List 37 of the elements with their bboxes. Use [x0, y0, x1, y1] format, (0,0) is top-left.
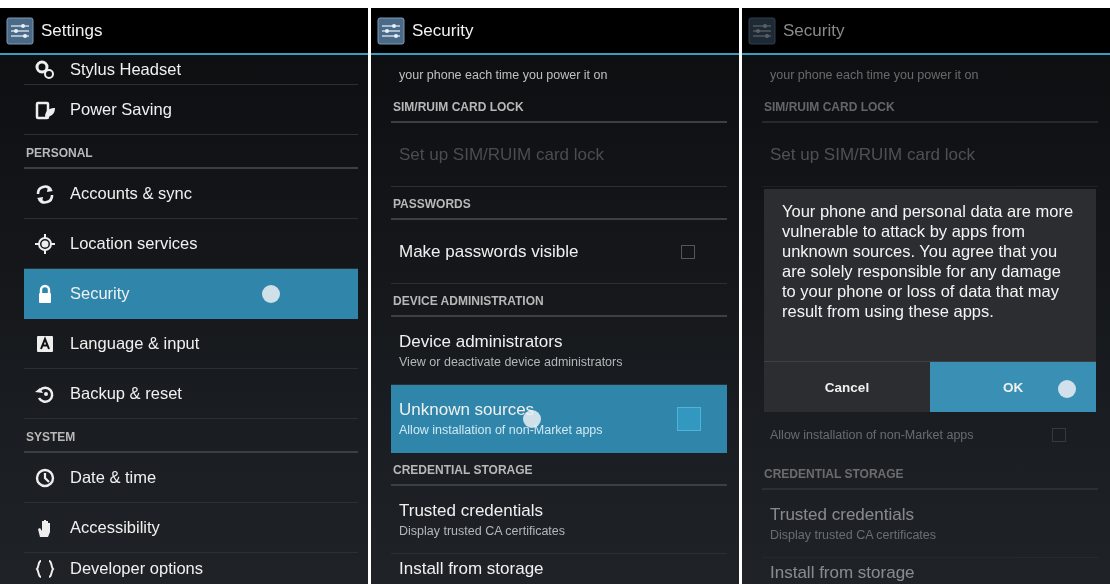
setting-summary: your phone each time you power it on [770, 68, 979, 82]
section-header: SIM/RUIM CARD LOCK [393, 100, 524, 114]
clock-icon [34, 466, 56, 489]
section-header: DEVICE ADMINISTRATION [393, 294, 544, 308]
screen-title: Security [412, 20, 474, 41]
settings-item[interactable]: Accounts & sync [24, 169, 358, 219]
location-icon [34, 232, 56, 255]
section-header: PERSONAL [26, 146, 93, 160]
settings-item[interactable]: Language & input [24, 319, 358, 369]
settings-item[interactable]: Developer options [24, 553, 358, 584]
section-header: SYSTEM [26, 430, 76, 444]
settings-item[interactable]: Accessibility [24, 503, 358, 553]
settings-app-icon [748, 16, 776, 45]
settings-item[interactable]: Backup & reset [24, 369, 358, 419]
settings-item[interactable]: Power Saving [24, 85, 358, 135]
checkbox[interactable] [1052, 427, 1066, 442]
section-header: CREDENTIAL STORAGE [393, 463, 533, 477]
section-header: PASSWORDS [393, 197, 471, 211]
dialog-message: Your phone and personal data are more vulnerable to attack by apps from unknown sources. You agree that you are solely responsible for any damage to your phone or loss of data that may result from using these apps. [781, 201, 1075, 322]
setting-summary: your phone each time you power it on [399, 68, 608, 82]
settings-item[interactable]: Make passwords visible [391, 220, 727, 284]
settings-item[interactable]: Stylus Headset [24, 55, 358, 85]
settings-app-icon [6, 16, 34, 45]
braces-icon [34, 557, 56, 580]
settings-item[interactable]: Date & time [24, 453, 358, 503]
checkbox[interactable] [681, 244, 695, 259]
screen-title: Security [783, 20, 845, 41]
section-header: CREDENTIAL STORAGE [764, 467, 904, 481]
settings-item[interactable]: Install from storage [762, 558, 1098, 584]
section-header: SIM/RUIM CARD LOCK [764, 100, 895, 114]
settings-item[interactable]: Trusted credentials Display trusted CA certificates [762, 490, 1098, 558]
settings-item[interactable]: Install from storage [391, 554, 727, 583]
settings-item[interactable]: Security [24, 269, 358, 319]
screen-title: Settings [41, 20, 103, 41]
sync-icon [34, 182, 56, 205]
settings-item[interactable]: Trusted credentials Display trusted CA certificates [391, 486, 727, 554]
settings-app-icon [377, 16, 405, 45]
